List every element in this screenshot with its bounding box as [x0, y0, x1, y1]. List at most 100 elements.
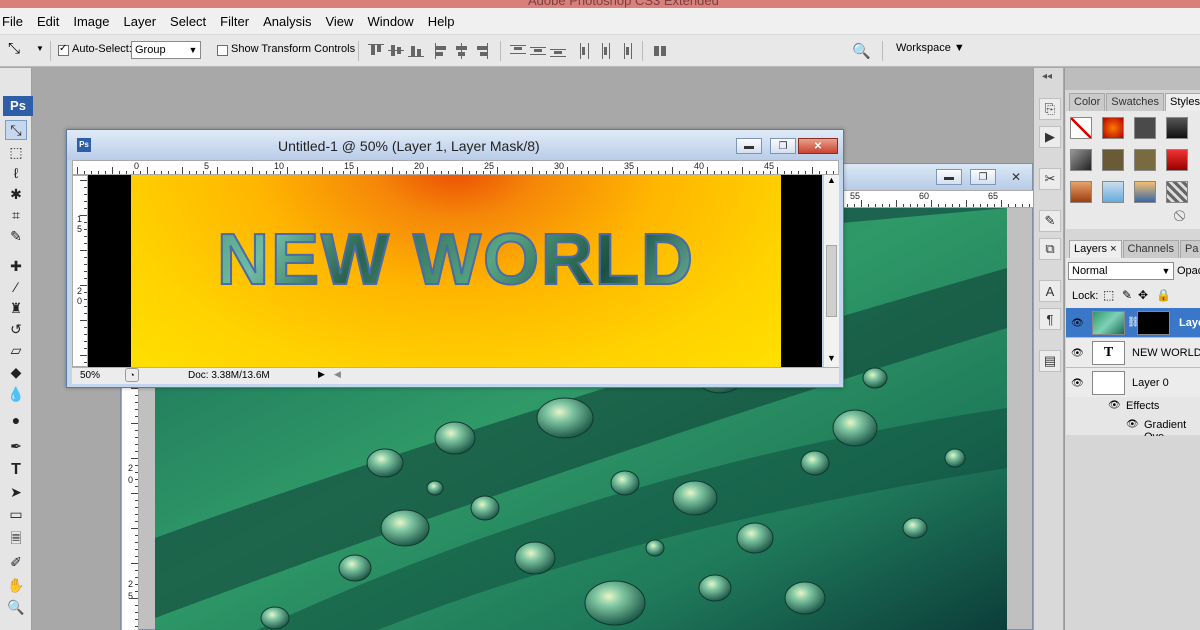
layer-row-layer1[interactable]: 👁 ⛓ Layer	[1066, 308, 1200, 338]
tab-channels[interactable]: Channels	[1122, 240, 1179, 258]
menu-window[interactable]: Window	[360, 14, 420, 29]
close-button[interactable]: ✕	[798, 138, 838, 154]
tool-preset-dropdown-icon[interactable]: ▼	[36, 44, 44, 53]
distribute-hcenter-icon[interactable]	[598, 43, 614, 59]
move-tool-icon[interactable]: ⤡	[5, 120, 27, 140]
auto-select-checkbox[interactable]	[58, 43, 69, 56]
style-swatch[interactable]	[1070, 149, 1092, 171]
layer-row-layer0[interactable]: 👁 Layer 0	[1066, 368, 1200, 398]
maximize-button[interactable]: ❐	[770, 138, 796, 154]
style-swatch[interactable]	[1134, 117, 1156, 139]
history-panel-icon[interactable]: ⎘	[1039, 98, 1061, 120]
effect-eye-icon[interactable]: 👁	[1126, 419, 1139, 430]
path-selection-icon[interactable]: ➤	[5, 482, 27, 502]
document-canvas[interactable]: NEW WORLD	[88, 175, 822, 367]
zoom-tool-icon[interactable]: 🔍	[5, 597, 27, 617]
paint-bucket-icon[interactable]: ◆	[5, 362, 27, 382]
tab-layers[interactable]: Layers ×	[1069, 240, 1122, 258]
style-swatch[interactable]	[1166, 149, 1188, 171]
dodge-tool-icon[interactable]: ●	[5, 410, 27, 430]
scroll-thumb[interactable]	[826, 245, 837, 317]
healing-brush-icon[interactable]: ✚	[5, 256, 27, 276]
tool-presets-icon[interactable]: ✂	[1039, 168, 1061, 190]
brushes-panel-icon[interactable]: ✎	[1039, 210, 1061, 232]
auto-align-layers-icon[interactable]	[652, 43, 668, 59]
minimize-button[interactable]: ▬	[736, 138, 762, 154]
hand-tool-icon[interactable]: ✋	[5, 575, 27, 595]
menu-file[interactable]: File	[0, 14, 30, 29]
align-right-icon[interactable]	[474, 43, 490, 59]
clone-stamp-icon[interactable]: ♜	[5, 298, 27, 318]
character-panel-icon[interactable]: A	[1039, 280, 1061, 302]
style-swatch[interactable]	[1134, 181, 1156, 203]
crop-tool-icon[interactable]: ⌗	[5, 205, 27, 225]
vertical-scrollbar[interactable]: ▲ ▼	[823, 175, 839, 367]
distribute-right-icon[interactable]	[618, 43, 634, 59]
style-swatch[interactable]	[1102, 117, 1124, 139]
workspace-button[interactable]: Workspace ▼	[896, 42, 965, 54]
minimize-button[interactable]: ▬	[936, 169, 962, 185]
style-swatch[interactable]	[1102, 181, 1124, 203]
style-swatch[interactable]	[1070, 117, 1092, 139]
scroll-up-icon[interactable]: ▲	[827, 175, 836, 185]
visibility-eye-icon[interactable]: 👁	[1071, 318, 1084, 329]
actions-panel-icon[interactable]: ▶	[1039, 126, 1061, 148]
active-document-window[interactable]: Ps Untitled-1 @ 50% (Layer 1, Layer Mask…	[66, 129, 844, 388]
lock-pixels-icon[interactable]: ✎	[1122, 288, 1132, 302]
top-ruler[interactable]: 0 5 10 15 20 25 30 35 40 45	[72, 160, 839, 175]
lock-position-icon[interactable]: ✥	[1138, 288, 1148, 302]
pen-tool-icon[interactable]: ✒	[5, 436, 27, 456]
tab-styles[interactable]: Styles	[1165, 93, 1200, 111]
bridge-icon[interactable]: 🔍	[852, 42, 871, 60]
distribute-left-icon[interactable]	[578, 43, 594, 59]
history-brush-icon[interactable]: ↺	[5, 319, 27, 339]
paragraph-panel-icon[interactable]: ¶	[1039, 308, 1061, 330]
move-tool-preset-icon[interactable]: ⤡	[8, 40, 20, 57]
transform-controls-checkbox[interactable]	[217, 45, 228, 56]
distribute-top-icon[interactable]	[510, 43, 526, 59]
scroll-down-icon[interactable]: ▼	[827, 353, 836, 363]
rectangle-tool-icon[interactable]: ▭	[5, 504, 27, 524]
style-swatch[interactable]	[1166, 117, 1188, 139]
auto-select-dropdown[interactable]: Group ▼	[131, 41, 201, 59]
lasso-tool-icon[interactable]: ℓ	[5, 163, 27, 183]
lock-all-icon[interactable]: 🔒	[1156, 288, 1171, 302]
close-icon[interactable]: ✕	[1011, 170, 1021, 184]
effects-eye-icon[interactable]: 👁	[1108, 400, 1121, 411]
distribute-vcenter-icon[interactable]	[530, 43, 546, 59]
layer-row-text[interactable]: 👁 T NEW WORLD	[1066, 338, 1200, 368]
dock-collapse-icon[interactable]: ◂◂	[1042, 71, 1052, 82]
style-swatch[interactable]	[1134, 149, 1156, 171]
menu-help[interactable]: Help	[421, 14, 462, 29]
align-hcenter-icon[interactable]	[454, 43, 470, 59]
clone-source-icon[interactable]: ⧉	[1039, 238, 1061, 260]
blend-mode-dropdown[interactable]: Normal ▼	[1068, 262, 1174, 280]
style-swatch[interactable]	[1102, 149, 1124, 171]
slice-tool-icon[interactable]: ✎	[5, 226, 27, 246]
blur-tool-icon[interactable]: 💧	[5, 384, 27, 404]
layer-comps-icon[interactable]: ▤	[1039, 350, 1061, 372]
tab-swatches[interactable]: Swatches	[1106, 93, 1164, 111]
status-menu-arrow-icon[interactable]: ▶	[318, 369, 325, 380]
menu-layer[interactable]: Layer	[117, 14, 164, 29]
visibility-eye-icon[interactable]: 👁	[1071, 348, 1084, 359]
type-tool-icon[interactable]: T	[5, 460, 27, 480]
eraser-icon[interactable]: ▱	[5, 340, 27, 360]
notes-tool-icon[interactable]: 🗏	[5, 530, 27, 550]
maximize-button[interactable]: ❐	[970, 169, 996, 185]
info-icon[interactable]: ◔	[125, 368, 139, 382]
menu-image[interactable]: Image	[66, 14, 116, 29]
align-bottom-icon[interactable]	[408, 43, 424, 59]
visibility-eye-icon[interactable]: 👁	[1071, 378, 1084, 389]
style-swatch[interactable]	[1070, 181, 1092, 203]
style-swatch[interactable]	[1166, 181, 1188, 203]
photoshop-logo[interactable]: Ps	[3, 96, 33, 116]
menu-select[interactable]: Select	[163, 14, 213, 29]
tab-paths[interactable]: Pa	[1179, 240, 1200, 258]
magic-wand-icon[interactable]: ✱	[5, 184, 27, 204]
gradient-overlay-effect-row[interactable]: 👁 Gradient Ove	[1066, 416, 1200, 443]
hscroll-left-icon[interactable]: ◀	[334, 369, 341, 380]
layer-mask-thumbnail[interactable]	[1137, 311, 1170, 335]
tab-color[interactable]: Color	[1069, 93, 1106, 111]
layer-effects-row[interactable]: 👁 Effects	[1066, 397, 1200, 416]
